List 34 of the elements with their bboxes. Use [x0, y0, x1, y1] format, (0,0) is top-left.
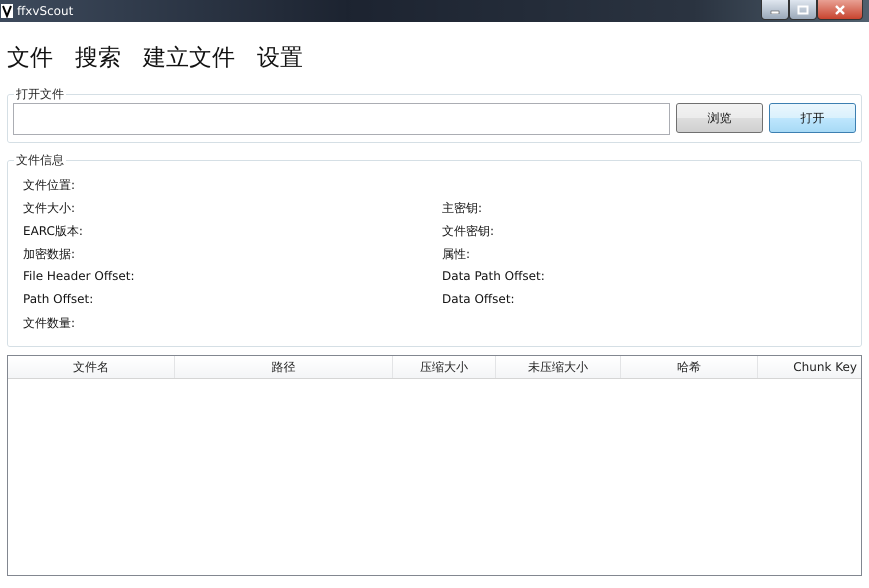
field-label: 文件数量: — [23, 315, 76, 332]
menu-item[interactable]: 建立文件 — [143, 42, 235, 74]
maximize-icon — [797, 4, 809, 14]
field-label: 文件大小: — [23, 200, 76, 217]
group-caption: 打开文件 — [14, 86, 66, 103]
column-header[interactable]: 哈希 — [621, 356, 758, 378]
field-label: 文件位置: — [23, 177, 76, 194]
maximize-button[interactable] — [789, 0, 817, 20]
menu-item[interactable]: 设置 — [257, 42, 303, 74]
field-label: File Header Offset: — [23, 269, 136, 285]
column-header[interactable]: 压缩大小 — [393, 356, 496, 378]
open-button[interactable]: 打开 — [769, 103, 856, 133]
column-header[interactable]: Chunk Key — [758, 356, 861, 378]
field-label: EARC版本: — [23, 223, 84, 240]
menu-item[interactable]: 搜索 — [75, 42, 121, 74]
field-label: Path Offset: — [23, 292, 94, 308]
field-label: 属性: — [442, 246, 472, 263]
app-icon — [1, 4, 13, 18]
field-label: Data Path Offset: — [442, 269, 546, 285]
column-header[interactable]: 未压缩大小 — [496, 356, 621, 378]
close-button[interactable] — [817, 0, 863, 20]
field-label: Data Offset: — [442, 292, 516, 308]
field-label: 主密钥: — [442, 200, 484, 217]
column-header[interactable]: 文件名 — [8, 356, 175, 378]
window-title: ffxvScout — [17, 4, 74, 18]
field-label: 加密数据: — [23, 246, 76, 263]
browse-button[interactable]: 浏览 — [676, 103, 763, 133]
minimize-button[interactable] — [761, 0, 789, 20]
group-caption: 文件信息 — [14, 152, 66, 169]
close-icon — [834, 4, 846, 14]
column-header[interactable]: 路径 — [175, 356, 393, 378]
field-label: 文件密钥: — [442, 223, 496, 240]
file-path-field[interactable] — [13, 103, 670, 135]
menu-item[interactable]: 文件 — [7, 42, 53, 74]
